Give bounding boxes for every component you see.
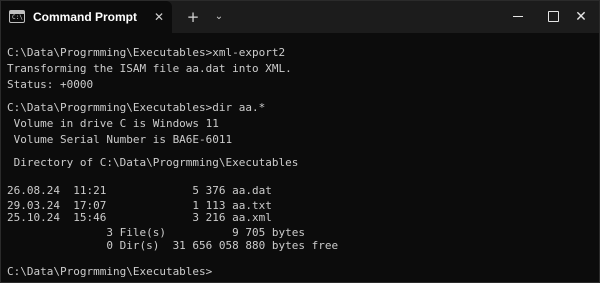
minimize-icon (513, 16, 523, 17)
terminal-line-15: 0 Dir(s) 31 656 058 880 bytes free (7, 239, 339, 252)
minimize-button[interactable] (500, 1, 536, 33)
title-bar[interactable]: C:\ Command Prompt ✕ + ⌄ ✕ (1, 1, 599, 33)
chevron-down-icon[interactable]: ⌄ (211, 8, 227, 26)
command-prompt-icon-glyph: C:\ (12, 14, 23, 21)
terminal-line-11: 26.08.24 11:21 5 376 aa.dat (7, 184, 272, 197)
close-icon: ✕ (575, 9, 587, 25)
tab-title: Command Prompt (33, 10, 138, 24)
terminal-line-7: Volume Serial Number is BA6E-6011 (7, 133, 233, 146)
command-prompt-window: C:\ Command Prompt ✕ + ⌄ ✕ C:\Data\Progr… (0, 0, 600, 283)
terminal-line-17: C:\Data\Progrmming\Executables> (7, 265, 213, 278)
close-window-button[interactable]: ✕ (563, 1, 599, 33)
terminal-line-14: 3 File(s) 9 705 bytes (7, 226, 306, 239)
terminal-line-6: Volume in drive C is Windows 11 (7, 117, 219, 130)
terminal-line-5: C:\Data\Progrmming\Executables>dir aa.* (7, 101, 266, 114)
terminal-output[interactable]: C:\Data\Progrmming\Executables>xml-expor… (1, 33, 599, 282)
maximize-icon (548, 11, 559, 22)
command-prompt-icon: C:\ (9, 10, 25, 23)
terminal-line-13: 25.10.24 15:46 3 216 aa.xml (7, 211, 272, 224)
new-tab-icon[interactable]: + (183, 8, 203, 26)
close-tab-icon[interactable]: ✕ (151, 9, 167, 25)
terminal-line-2: Transforming the ISAM file aa.dat into X… (7, 62, 292, 75)
terminal-line-1: C:\Data\Progrmming\Executables>xml-expor… (7, 46, 286, 59)
terminal-line-3: Status: +0000 (7, 78, 94, 91)
tab-command-prompt[interactable]: C:\ Command Prompt ✕ (1, 1, 172, 33)
terminal-line-9: Directory of C:\Data\Progrmming\Executab… (7, 156, 299, 169)
